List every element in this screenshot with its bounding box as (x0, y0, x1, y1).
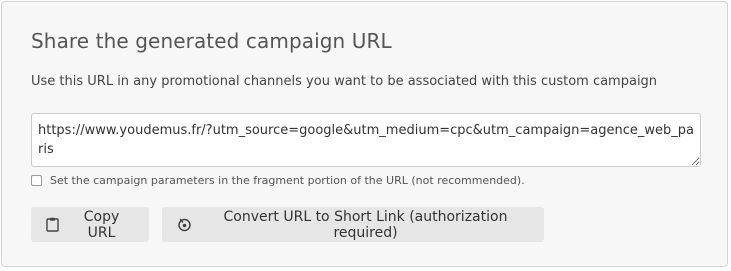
generated-url-textarea[interactable]: https://www.youdemus.fr/?utm_source=goog… (31, 113, 701, 167)
bitly-icon (177, 217, 192, 232)
short-link-label: Convert URL to Short Link (authorization… (223, 208, 508, 241)
fragment-checkbox[interactable] (31, 175, 42, 186)
short-link-button[interactable]: Convert URL to Short Link (authorization… (162, 207, 544, 242)
panel-title: Share the generated campaign URL (31, 29, 392, 53)
copy-url-label: Copy URL (83, 208, 120, 241)
panel-description: Use this URL in any promotional channels… (31, 74, 658, 89)
copy-url-button[interactable]: Copy URL (31, 207, 149, 242)
clipboard-icon (46, 217, 59, 232)
fragment-checkbox-label: Set the campaign parameters in the fragm… (50, 174, 525, 187)
share-url-panel: Share the generated campaign URL Use thi… (1, 1, 728, 267)
fragment-option[interactable]: Set the campaign parameters in the fragm… (31, 174, 525, 187)
